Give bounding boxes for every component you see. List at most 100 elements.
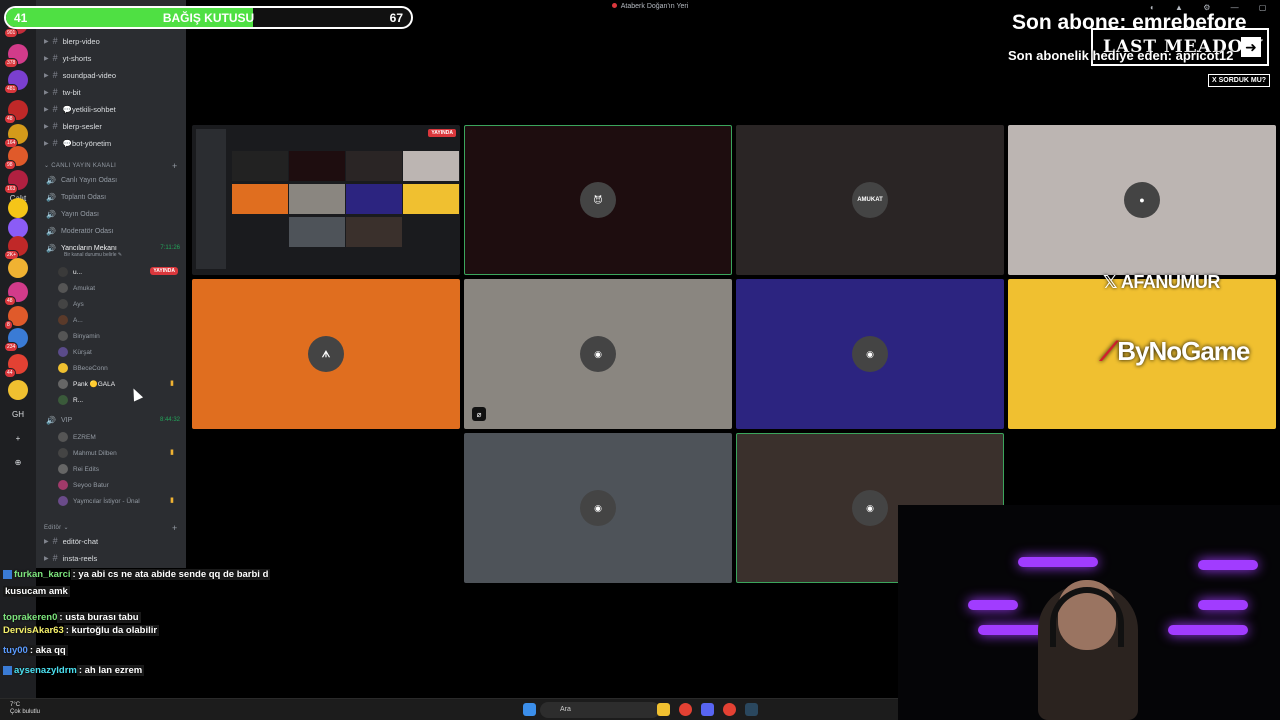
voice-user[interactable]: Binyamin bbox=[58, 329, 178, 343]
voice-user[interactable]: Mahmut Dilben ▮ bbox=[58, 446, 178, 460]
text-channel[interactable]: ▶ # 💬yetkili-sohbet bbox=[44, 102, 180, 116]
chrome-icon[interactable] bbox=[679, 703, 692, 716]
donation-target: 67 bbox=[389, 11, 403, 25]
voice-user[interactable]: A... bbox=[58, 313, 178, 327]
server-icon[interactable]: 481 bbox=[4, 70, 28, 94]
voice-user[interactable]: Seyoo Batur bbox=[58, 478, 178, 492]
afanumur-text: AFANUMUR bbox=[1120, 272, 1221, 292]
voice-channel-active[interactable]: 🔊 Yancıların Mekanı 7:11:26 Bir kanal durum… bbox=[46, 241, 182, 259]
voice-user[interactable]: BBeceConn bbox=[58, 361, 178, 375]
server-icon[interactable]: 234 bbox=[4, 328, 28, 352]
server-label[interactable]: GH bbox=[4, 410, 32, 419]
text-channel[interactable]: ▶ # tw-bit bbox=[44, 85, 180, 99]
recording-dot-icon bbox=[611, 3, 617, 8]
voice-timer: 8:44:32 bbox=[159, 417, 180, 423]
voice-user[interactable]: Ays bbox=[58, 297, 178, 311]
server-badge: 481 bbox=[4, 84, 19, 94]
video-tile[interactable]: ◉ bbox=[736, 279, 1004, 429]
hash-icon: # bbox=[52, 87, 58, 97]
video-tile[interactable]: ◉ bbox=[464, 433, 732, 583]
hash-icon: # bbox=[52, 104, 58, 114]
windows-start-icon[interactable] bbox=[523, 703, 536, 716]
speaker-icon: 🔊 bbox=[46, 209, 56, 219]
voice-user[interactable]: EZREM bbox=[58, 430, 178, 444]
server-icon[interactable]: 48 bbox=[4, 282, 28, 306]
speaker-icon: 🔊 bbox=[46, 415, 56, 425]
text-channel[interactable]: ▶ # blerp-sesler bbox=[44, 119, 180, 133]
text-channel[interactable]: ▶ # soundpad-video bbox=[44, 68, 180, 82]
server-icon[interactable] bbox=[8, 258, 28, 278]
hash-icon: # bbox=[52, 36, 58, 46]
server-label[interactable]: + bbox=[4, 434, 32, 443]
add-channel-icon[interactable]: + bbox=[172, 523, 178, 533]
screen-sidebar bbox=[196, 129, 226, 269]
video-tile[interactable]: ● bbox=[1008, 125, 1276, 275]
voice-channel[interactable]: 🔊 Yayın Odası bbox=[46, 207, 182, 221]
voice-user[interactable]: Yaymcılar İstiyor - Ünal ▮ bbox=[58, 494, 178, 508]
app-icon[interactable] bbox=[723, 703, 736, 716]
avatar: ◉ bbox=[580, 490, 616, 526]
server-badge: 8 bbox=[4, 320, 13, 330]
weather-widget[interactable]: 7°C Çok bulutlu bbox=[10, 702, 40, 716]
text-channel[interactable]: ▶ # editör-chat bbox=[44, 534, 180, 548]
text-channel[interactable]: ▶ # blerp-video bbox=[44, 34, 180, 48]
editor-category[interactable]: Editör ⌄ + bbox=[44, 523, 177, 533]
voice-channel[interactable]: 🔊 Moderatör Odası bbox=[46, 224, 182, 238]
voice-channel-vip[interactable]: 🔊 VIP 8:44:32 bbox=[46, 413, 182, 427]
chat-username[interactable]: DervisAkar63 bbox=[3, 625, 64, 636]
server-icon[interactable]: 164 bbox=[4, 124, 28, 148]
voice-user[interactable]: Rei Edits bbox=[58, 462, 178, 476]
text-channel[interactable]: ▶ # 💬bot-yönetim bbox=[44, 136, 180, 150]
video-tile[interactable]: ◉ ⌀ bbox=[464, 279, 732, 429]
stream-icon: ▮ bbox=[170, 380, 174, 387]
server-icon[interactable] bbox=[8, 218, 28, 238]
text-channel[interactable]: ▶ # insta-reels bbox=[44, 551, 180, 565]
server-icon[interactable]: 48 bbox=[4, 100, 28, 124]
voice-channel[interactable]: 🔊 Canlı Yayın Odası bbox=[46, 173, 182, 187]
screen-mini-tile bbox=[232, 184, 288, 214]
voice-user[interactable]: Pank 🟡GALA ▮ bbox=[58, 377, 178, 391]
avatar bbox=[58, 464, 68, 474]
voice-category[interactable]: ⌄ CANLI YAYIN KANALI + bbox=[44, 161, 177, 171]
add-channel-icon[interactable]: + bbox=[172, 161, 178, 171]
chat-username[interactable]: furkan_karci bbox=[14, 569, 71, 580]
screen-share-tile[interactable]: YAYINDA bbox=[192, 125, 460, 275]
server-icon[interactable]: 378 bbox=[4, 44, 28, 68]
server-icon[interactable] bbox=[8, 380, 28, 400]
channel-status[interactable]: Bir kanal durumu belirle ✎ bbox=[64, 252, 122, 258]
badge-icon bbox=[3, 665, 12, 675]
taskbar-search[interactable]: Ara bbox=[540, 702, 660, 718]
channel-name: tw-bit bbox=[62, 87, 81, 97]
server-icon[interactable]: 2K+ bbox=[4, 236, 28, 260]
server-icon[interactable]: 44 bbox=[4, 354, 28, 378]
chat-message-continued: kusucam amk bbox=[3, 586, 70, 597]
text-channel[interactable]: ▶ # yt-shorts bbox=[44, 51, 180, 65]
server-label[interactable]: ⊕ bbox=[4, 458, 32, 467]
user-name: A... bbox=[73, 316, 83, 324]
voice-user[interactable]: R... bbox=[58, 393, 178, 407]
voice-user[interactable]: Kürşat bbox=[58, 345, 178, 359]
server-icon[interactable]: 163 bbox=[4, 170, 28, 194]
voice-channel[interactable]: 🔊 Toplantı Odası bbox=[46, 190, 182, 204]
avatar: ◉ bbox=[580, 336, 616, 372]
user-name: BBeceConn bbox=[73, 364, 108, 372]
voice-user[interactable]: Amukat bbox=[58, 281, 178, 295]
server-icon[interactable]: 98 bbox=[4, 146, 28, 170]
hash-icon: # bbox=[52, 138, 58, 148]
avatar bbox=[58, 448, 68, 458]
discord-icon[interactable] bbox=[701, 703, 714, 716]
chat-username[interactable]: tuy00 bbox=[3, 645, 28, 656]
steam-icon[interactable] bbox=[745, 703, 758, 716]
video-tile[interactable]: 😈 bbox=[464, 125, 732, 275]
server-icon[interactable] bbox=[8, 198, 28, 218]
chevron-right-icon: ▶ bbox=[44, 555, 49, 562]
folder-icon[interactable] bbox=[657, 703, 670, 716]
chat-username[interactable]: toprakeren0 bbox=[3, 612, 57, 623]
category-label: ⌄ CANLI YAYIN KANALI bbox=[44, 163, 117, 169]
speaker-icon: 🔊 bbox=[46, 243, 56, 253]
server-icon[interactable]: 8 bbox=[4, 306, 28, 330]
video-tile[interactable]: ᗑ bbox=[192, 279, 460, 429]
voice-user[interactable]: u... YAYINDA bbox=[58, 265, 178, 279]
chat-username[interactable]: aysenazyldrm bbox=[14, 665, 77, 676]
video-tile[interactable]: AMUKAT bbox=[736, 125, 1004, 275]
